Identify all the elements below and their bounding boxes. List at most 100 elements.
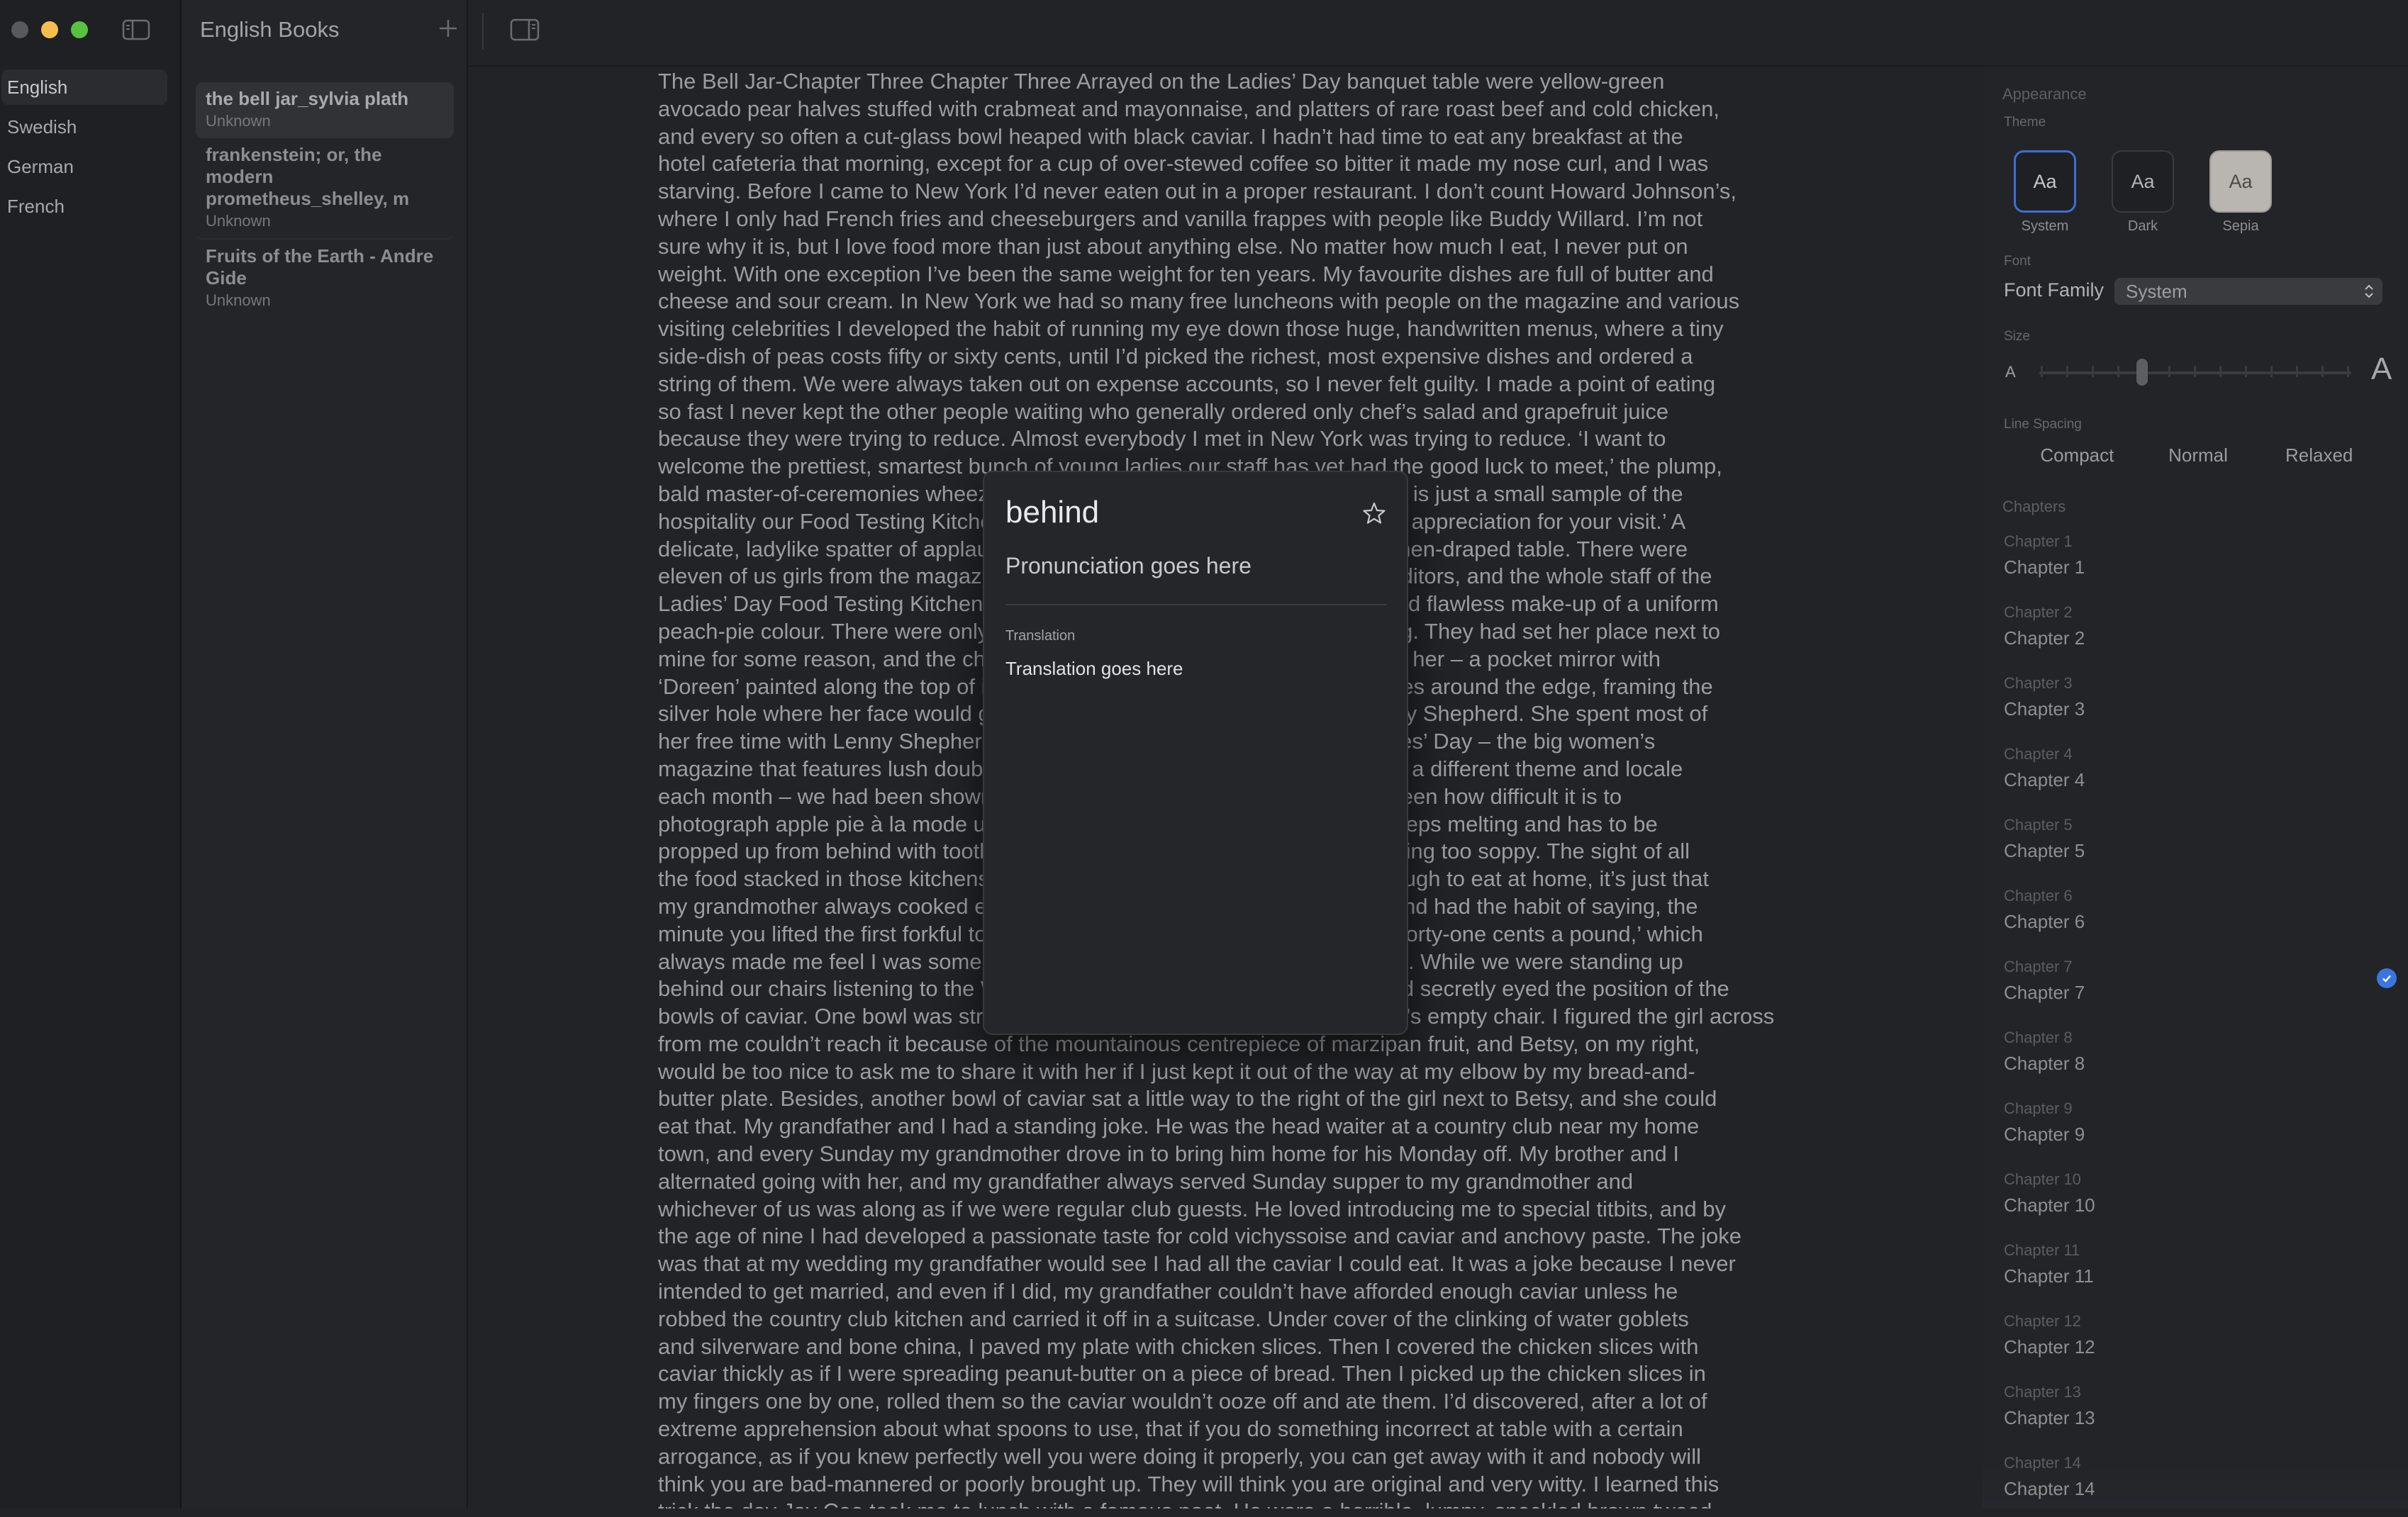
book-item[interactable]: frankenstein; or, the modern prometheus_…	[196, 138, 454, 240]
theme-option-sepia[interactable]: Aa Sepia	[2208, 150, 2273, 235]
star-icon[interactable]	[1361, 500, 1387, 526]
text-line[interactable]: trick the day Jay Cee took me to lunch w…	[658, 1498, 1712, 1508]
theme-swatch: Aa	[2209, 150, 2272, 213]
text-line[interactable]: The Bell Jar-Chapter Three Chapter Three…	[658, 68, 1664, 96]
book-item[interactable]: the bell jar_sylvia plath Unknown	[196, 82, 454, 138]
text-line[interactable]: the age of nine I had developed a passio…	[658, 1223, 1741, 1250]
text-line[interactable]: think you are bad-mannered or poorly bro…	[658, 1471, 1719, 1499]
chapter-item[interactable]: Chapter 12 Chapter 12	[2004, 1311, 2387, 1375]
language-item-german[interactable]: German	[1, 149, 167, 184]
language-item-swedish[interactable]: Swedish	[1, 109, 167, 145]
text-line[interactable]: hotel cafeteria that morning, except for…	[658, 150, 1708, 178]
chapter-item[interactable]: Chapter 3 Chapter 3	[2004, 673, 2387, 737]
chapter-title: Chapter 1	[2004, 556, 2085, 578]
inspector-toggle-icon[interactable]	[509, 17, 540, 43]
chapter-item[interactable]: Chapter 11 Chapter 11	[2004, 1241, 2387, 1304]
line-spacing-relaxed[interactable]: Relaxed	[2258, 438, 2380, 472]
window-controls	[11, 21, 88, 38]
chevron-up-down-icon	[2365, 284, 2373, 298]
theme-option-dark[interactable]: Aa Dark	[2110, 150, 2175, 235]
chapter-item[interactable]: Chapter 13 Chapter 13	[2004, 1382, 2387, 1446]
text-line[interactable]: string of them. We were always taken out…	[658, 371, 1715, 398]
size-slider-tick	[2117, 366, 2119, 377]
chapter-title: Chapter 14	[2004, 1478, 2095, 1499]
font-family-label: Font Family	[2004, 279, 2105, 301]
chapter-item[interactable]: Chapter 5 Chapter 5	[2004, 815, 2387, 879]
chapter-item[interactable]: Chapter 6 Chapter 6	[2004, 886, 2387, 950]
chapter-number: Chapter 3	[2004, 674, 2073, 692]
checkmark-icon	[2377, 968, 2397, 988]
size-small-label: A	[2005, 363, 2016, 381]
sidebar-toggle-icon[interactable]	[122, 18, 150, 41]
chapter-title: Chapter 2	[2004, 627, 2085, 649]
chapter-item[interactable]: Chapter 4 Chapter 4	[2004, 744, 2387, 808]
chapter-number: Chapter 4	[2004, 745, 2073, 763]
minimize-window-button[interactable]	[41, 21, 58, 38]
zoom-window-button[interactable]	[71, 21, 88, 38]
font-family-select[interactable]: System	[2114, 278, 2382, 305]
chapter-item[interactable]: Chapter 7 Chapter 7	[2004, 957, 2397, 1021]
text-line[interactable]: and silverware and bone china, I paved m…	[658, 1333, 1699, 1361]
text-line[interactable]: butter plate. Besides, another bowl of c…	[658, 1085, 1717, 1113]
text-line[interactable]: side-dish of peas costs fifty or sixty c…	[658, 343, 1693, 371]
chapter-title: Chapter 12	[2004, 1336, 2095, 1358]
close-window-button[interactable]	[11, 21, 28, 38]
size-slider-tick	[2347, 366, 2349, 377]
translation-text: Translation goes here	[1005, 658, 1183, 679]
text-line[interactable]: my fingers one by one, rolled them so th…	[658, 1388, 1707, 1416]
text-line[interactable]: eat that. My grandfather and I had a sta…	[658, 1113, 1699, 1141]
text-line[interactable]: robbed the country club kitchen and carr…	[658, 1306, 1689, 1333]
plus-icon	[440, 20, 457, 37]
chapter-number: Chapter 7	[2004, 958, 2073, 975]
book-item[interactable]: Fruits of the Earth - Andre Gide Unknown	[196, 240, 454, 318]
text-line[interactable]: caviar thickly as if I were spreading pe…	[658, 1360, 1706, 1388]
text-line[interactable]: was that at my wedding my grandfather wo…	[658, 1250, 1736, 1278]
chapter-number: Chapter 1	[2004, 532, 2073, 550]
theme-name: Sepia	[2222, 218, 2259, 234]
line-spacing-compact[interactable]: Compact	[2017, 438, 2138, 472]
language-list: English Swedish German French	[0, 69, 167, 228]
text-line[interactable]: starving. Before I came to New York I’d …	[658, 178, 1737, 206]
chapter-number: Chapter 14	[2004, 1454, 2081, 1472]
text-line[interactable]: cheese and sour cream. In New York we ha…	[658, 288, 1739, 315]
text-line[interactable]: because they were trying to reduce. Almo…	[658, 425, 1666, 453]
chapter-item[interactable]: Chapter 8 Chapter 8	[2004, 1028, 2387, 1092]
translation-label: Translation	[1005, 628, 1076, 644]
text-line[interactable]: arrogance, as if you knew perfectly well…	[658, 1443, 1701, 1471]
text-line[interactable]: weight. With one exception I’ve been the…	[658, 261, 1714, 289]
app-window: English Swedish German French English Bo…	[0, 0, 2408, 1508]
chapter-item[interactable]: Chapter 1 Chapter 1	[2004, 532, 2387, 595]
text-line[interactable]: alternated going with her, and my grandf…	[658, 1168, 1633, 1196]
size-slider-tick	[2168, 366, 2170, 377]
add-book-button[interactable]	[433, 13, 464, 44]
theme-option-system[interactable]: Aa System	[2012, 150, 2078, 235]
language-item-french[interactable]: French	[1, 189, 167, 224]
text-line[interactable]: and every so often a cut-glass bowl heap…	[658, 123, 1683, 151]
chapter-title: Chapter 8	[2004, 1053, 2085, 1074]
text-line[interactable]: avocado pear halves stuffed with crabmea…	[658, 96, 1719, 123]
chapter-item[interactable]: Chapter 14 Chapter 14	[2004, 1453, 2387, 1517]
text-line[interactable]: where I only had French fries and cheese…	[658, 206, 1702, 233]
toolbar-divider	[482, 13, 484, 50]
size-slider-tick	[2066, 366, 2068, 377]
language-item-english[interactable]: English	[1, 69, 167, 105]
text-line[interactable]: whichever of us was along as if we were …	[658, 1196, 1726, 1224]
text-line[interactable]: intended to get married, and even if I d…	[658, 1278, 1678, 1306]
chapter-number: Chapter 8	[2004, 1029, 2073, 1046]
book-author: Unknown	[206, 212, 271, 230]
popup-pronunciation: Pronunciation goes here	[1005, 553, 1252, 578]
line-spacing-normal[interactable]: Normal	[2138, 438, 2259, 472]
book-list-panel: English Books the bell jar_sylvia plath …	[182, 0, 468, 1508]
text-line[interactable]: town, and every Sunday my grandmother dr…	[658, 1141, 1679, 1168]
theme-swatch: Aa	[2112, 150, 2174, 213]
text-line[interactable]: extreme apprehension about what spoons t…	[658, 1416, 1683, 1443]
chapter-item[interactable]: Chapter 9 Chapter 9	[2004, 1099, 2387, 1163]
text-line[interactable]: so fast I never kept the other people wa…	[658, 398, 1668, 426]
text-line[interactable]: visiting celebrities I developed the hab…	[658, 315, 1724, 343]
chapter-item[interactable]: Chapter 2 Chapter 2	[2004, 603, 2387, 666]
text-line[interactable]: would be too nice to ask me to share it …	[658, 1058, 1695, 1086]
text-line[interactable]: sure why it is, but I love food more tha…	[658, 233, 1688, 261]
book-author: Unknown	[206, 112, 271, 130]
chapter-item[interactable]: Chapter 10 Chapter 10	[2004, 1170, 2387, 1233]
size-slider-thumb[interactable]	[2136, 359, 2148, 386]
